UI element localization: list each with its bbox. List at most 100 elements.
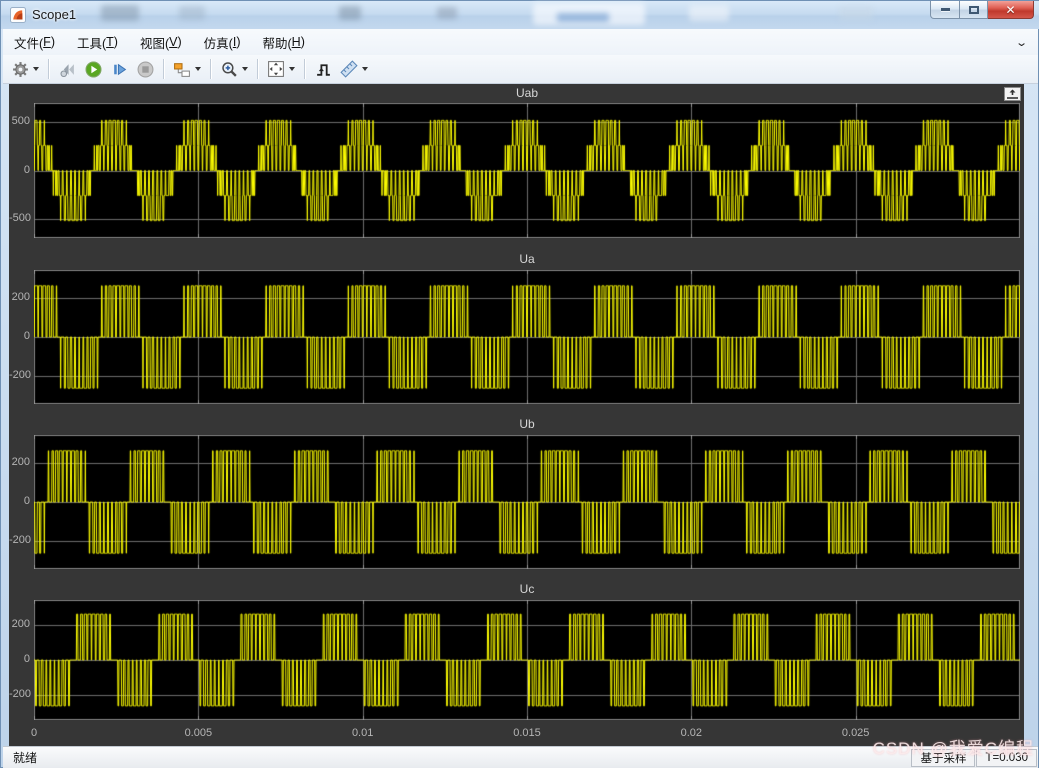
fit-to-view-icon xyxy=(267,60,285,78)
signal-selector-icon xyxy=(173,60,191,78)
menu-item-label: ) xyxy=(51,35,55,49)
title-bar[interactable]: Scope1 ✕ xyxy=(1,1,1039,29)
x-tick-label: 0.01 xyxy=(341,727,385,739)
y-tick-label: 0 xyxy=(9,164,30,176)
window-title: Scope1 xyxy=(32,7,76,22)
status-bar: 就绪 基于采样 T=0.030 xyxy=(3,746,1038,768)
plot-title-uab: Uab xyxy=(34,86,1020,101)
y-tick-label: 0 xyxy=(9,330,30,342)
menu-item-label: ) xyxy=(236,35,240,49)
status-mode: 基于采样 xyxy=(911,749,975,767)
minimize-icon xyxy=(941,8,950,11)
menu-bar: 文件(F)工具(T)视图(V)仿真(I)帮助(H) ⌄ xyxy=(3,29,1038,56)
y-tick-label: -200 xyxy=(9,369,30,381)
y-tick-label: -500 xyxy=(9,212,30,224)
close-button[interactable]: ✕ xyxy=(988,1,1034,19)
toolbar-separator xyxy=(210,59,211,79)
run-icon xyxy=(84,60,102,78)
background-window-blur xyxy=(179,6,205,20)
menu-item-label: 文件( xyxy=(14,33,43,52)
menu-item-mnemonic: F xyxy=(43,35,51,49)
menu-item-label: ) xyxy=(301,35,305,49)
menu-item-label: ) xyxy=(177,35,181,49)
close-icon: ✕ xyxy=(1005,4,1015,16)
y-tick-label: 0 xyxy=(9,653,30,665)
toolbar-separator xyxy=(257,59,258,79)
y-tick-label: -200 xyxy=(9,534,30,546)
step-back-icon xyxy=(58,60,76,78)
stop-icon xyxy=(136,60,154,78)
dropdown-arrow-icon xyxy=(242,67,248,71)
menu-item-label: 仿真( xyxy=(204,33,233,52)
step-forward-icon xyxy=(110,60,128,78)
background-window-blur xyxy=(437,7,457,19)
x-tick-label: 0.02 xyxy=(669,727,713,739)
background-window-blur xyxy=(339,6,361,20)
plot-title-ub: Ub xyxy=(34,417,1020,432)
toolbar-separator xyxy=(304,59,305,79)
toolbar-separator xyxy=(163,59,164,79)
dropdown-arrow-icon xyxy=(289,67,295,71)
dropdown-arrow-icon xyxy=(195,67,201,71)
configuration-gear-icon xyxy=(11,60,29,78)
menu-item-mnemonic: V xyxy=(169,35,177,49)
status-ready-text: 就绪 xyxy=(3,749,911,766)
zoom-icon xyxy=(220,60,238,78)
plot-area-uab[interactable] xyxy=(34,103,1020,238)
simulink-scope-icon xyxy=(10,7,26,23)
menu-item-label: 工具( xyxy=(77,33,106,52)
dropdown-arrow-icon xyxy=(362,67,368,71)
x-tick-label: 0.015 xyxy=(505,727,549,739)
plot-area-ub[interactable] xyxy=(34,435,1020,569)
background-window-blur xyxy=(533,3,645,25)
measurements-button[interactable] xyxy=(337,57,371,81)
menu-item-i[interactable]: 仿真(I) xyxy=(193,29,252,55)
background-window-blur xyxy=(839,6,873,20)
zoom-button[interactable] xyxy=(217,57,251,81)
x-tick-label: 0 xyxy=(12,727,56,739)
trigger-button[interactable] xyxy=(311,57,335,81)
menu-item-label: 视图( xyxy=(140,33,169,52)
plot-title-ua: Ua xyxy=(34,252,1020,267)
menu-item-label: 帮助( xyxy=(262,33,291,52)
menu-item-v[interactable]: 视图(V) xyxy=(129,29,193,55)
plot-title-uc: Uc xyxy=(34,582,1020,597)
dropdown-arrow-icon xyxy=(33,67,39,71)
status-sim-time: T=0.030 xyxy=(976,749,1037,767)
scope-canvas: Uab 500 0 -500 Ua 200 0 -200 Ub 200 0 -200 Uc 200 0 -20… xyxy=(9,84,1024,746)
scope-window: Scope1 ✕ 文件(F)工具(T)视图(V)仿真(I)帮助(H) ⌄ Uab… xyxy=(0,0,1039,768)
menu-items: 文件(F)工具(T)视图(V)仿真(I)帮助(H) xyxy=(3,29,316,55)
step-back-button[interactable] xyxy=(55,57,79,81)
toolbar-separator xyxy=(48,59,49,79)
background-window-blur xyxy=(689,5,729,21)
menu-item-label: ) xyxy=(114,35,118,49)
y-tick-label: 200 xyxy=(9,291,30,303)
maximize-icon xyxy=(969,6,979,14)
measurements-icon xyxy=(340,60,358,78)
y-tick-label: 200 xyxy=(9,618,30,630)
toolbar xyxy=(3,55,1038,84)
plot-area-uc[interactable] xyxy=(34,600,1020,720)
background-window-blur xyxy=(557,13,609,22)
y-tick-label: -200 xyxy=(9,688,30,700)
menu-item-mnemonic: H xyxy=(292,35,301,49)
fit-to-view-button[interactable] xyxy=(264,57,298,81)
x-tick-label: 0.005 xyxy=(176,727,220,739)
stop-button[interactable] xyxy=(133,57,157,81)
minimize-button[interactable] xyxy=(930,1,960,19)
signal-selector-button[interactable] xyxy=(170,57,204,81)
background-window-blur xyxy=(101,5,139,21)
step-forward-button[interactable] xyxy=(107,57,131,81)
menu-item-f[interactable]: 文件(F) xyxy=(3,29,66,55)
x-tick-label: 0.025 xyxy=(834,727,878,739)
menu-item-h[interactable]: 帮助(H) xyxy=(251,29,315,55)
y-tick-label: 500 xyxy=(9,115,30,127)
configuration-gear-button[interactable] xyxy=(8,57,42,81)
y-tick-label: 200 xyxy=(9,456,30,468)
y-tick-label: 0 xyxy=(9,495,30,507)
menu-item-t[interactable]: 工具(T) xyxy=(66,29,129,55)
maximize-button[interactable] xyxy=(960,1,988,19)
plot-area-ua[interactable] xyxy=(34,270,1020,404)
run-button[interactable] xyxy=(81,57,105,81)
menu-overflow-chevron-icon[interactable]: ⌄ xyxy=(1015,36,1028,49)
